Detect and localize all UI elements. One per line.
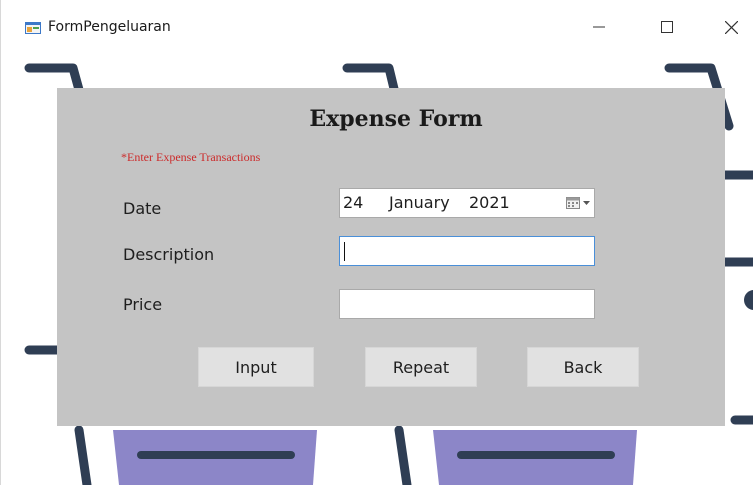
price-input[interactable] bbox=[339, 289, 595, 319]
form-heading: Expense Form bbox=[309, 106, 483, 132]
chevron-down-icon bbox=[583, 200, 590, 205]
expense-form-panel: Expense Form *Enter Expense Transactions… bbox=[57, 88, 725, 426]
calendar-dropdown-button[interactable] bbox=[554, 193, 590, 213]
input-button[interactable]: Input bbox=[198, 347, 314, 387]
close-icon bbox=[724, 20, 738, 34]
calendar-icon bbox=[566, 197, 580, 209]
description-input[interactable] bbox=[339, 236, 595, 266]
date-month[interactable]: January bbox=[389, 193, 450, 212]
date-picker[interactable]: 24 January 2021 bbox=[339, 188, 595, 218]
minimize-icon bbox=[593, 26, 605, 28]
back-button[interactable]: Back bbox=[527, 347, 639, 387]
title-bar[interactable]: FormPengeluaran bbox=[1, 0, 753, 46]
date-day[interactable]: 24 bbox=[343, 193, 363, 212]
text-caret bbox=[344, 242, 345, 261]
form-hint: *Enter Expense Transactions bbox=[121, 150, 261, 164]
app-form-icon bbox=[25, 22, 41, 34]
close-button[interactable] bbox=[708, 10, 753, 44]
maximize-icon bbox=[661, 21, 673, 33]
repeat-button[interactable]: Repeat bbox=[365, 347, 477, 387]
date-year[interactable]: 2021 bbox=[469, 193, 510, 212]
date-label: Date bbox=[123, 199, 162, 218]
app-window: FormPengeluaran Expense Form *Enter Expe… bbox=[0, 0, 753, 485]
price-label: Price bbox=[123, 295, 163, 314]
maximize-button[interactable] bbox=[644, 10, 690, 44]
minimize-button[interactable] bbox=[576, 10, 622, 44]
description-label: Description bbox=[123, 245, 215, 264]
window-title: FormPengeluaran bbox=[48, 19, 171, 35]
